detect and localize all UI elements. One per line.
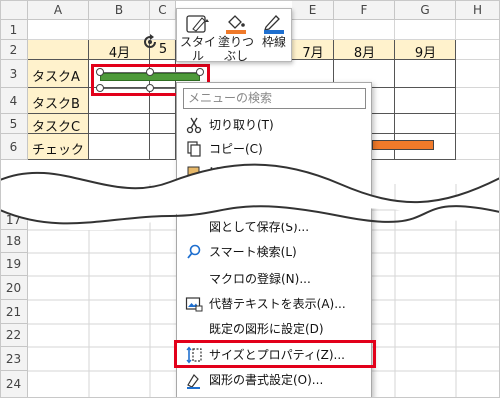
image-frame: [0, 0, 500, 398]
